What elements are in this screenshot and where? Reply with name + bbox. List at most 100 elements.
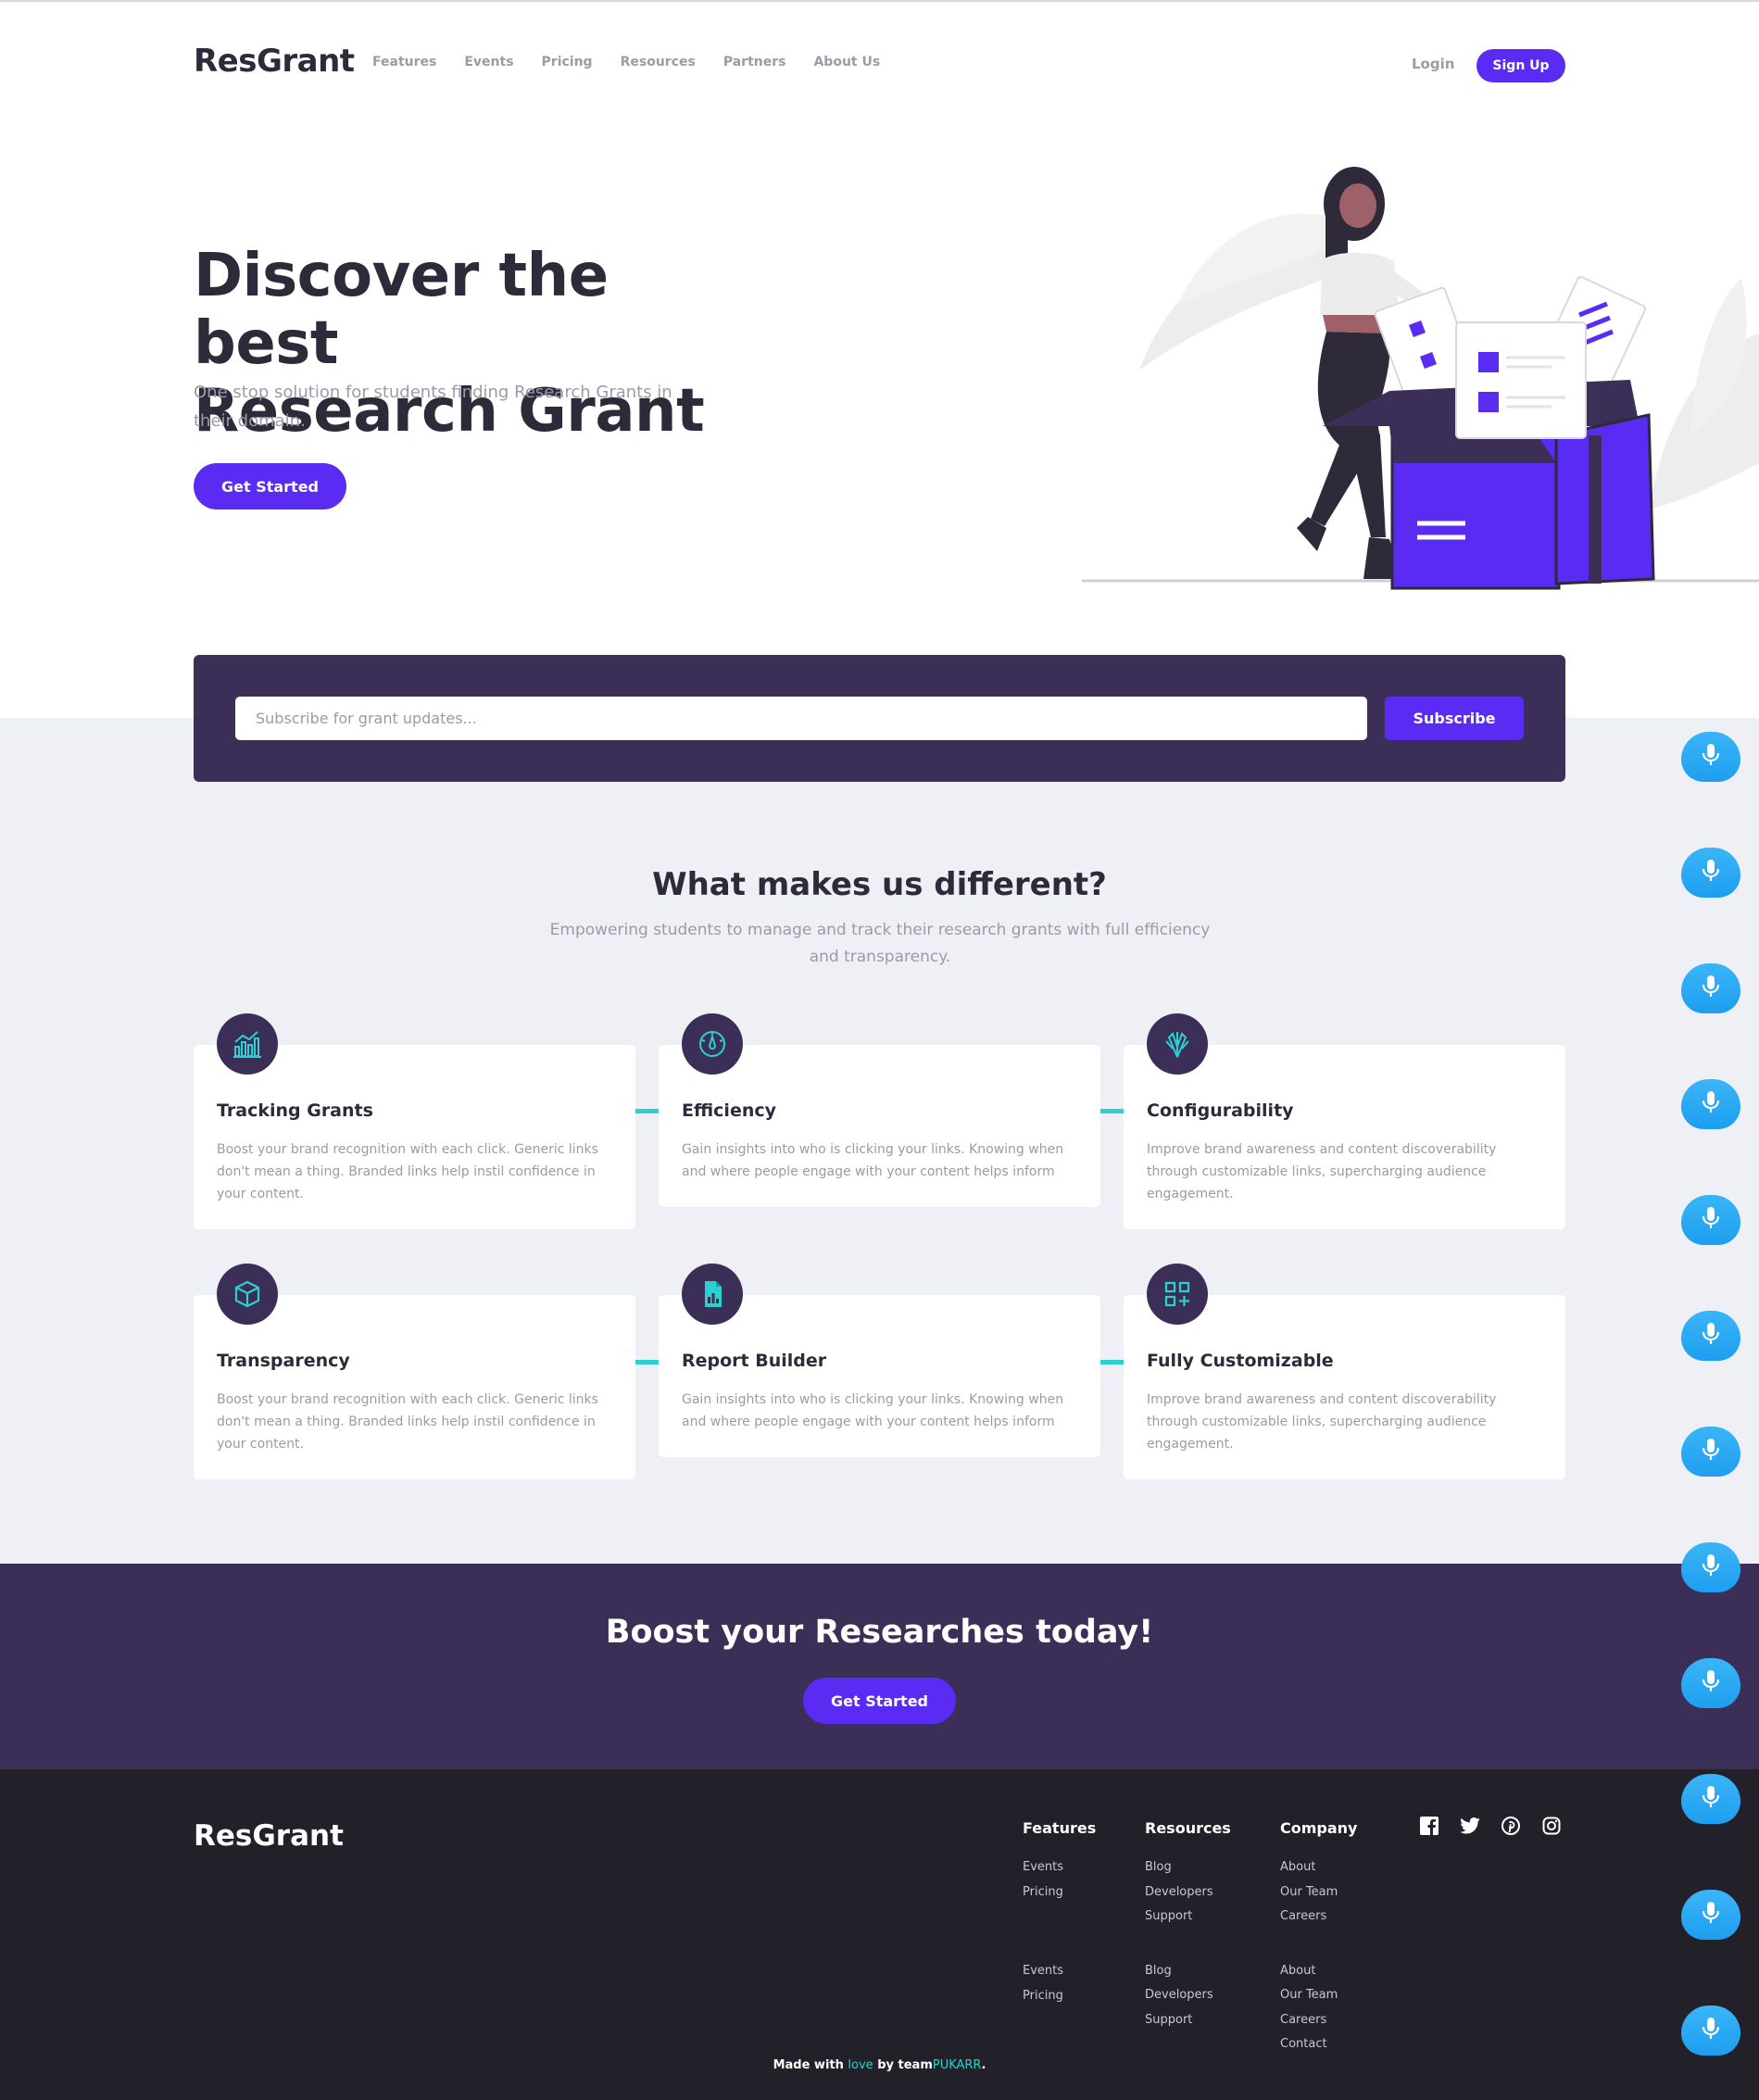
voice-input-button[interactable] [1681,848,1740,898]
microphone-icon [1701,1321,1721,1351]
feature-card-report-builder: Report Builder Gain insights into who is… [659,1264,1100,1457]
feature-card-efficiency: Efficiency Gain insights into who is cli… [659,1013,1100,1207]
features-title: What makes us different? [652,866,1107,903]
cta-banner: Boost your Researches today! Get Started [0,1564,1759,1769]
microphone-icon [1701,742,1721,772]
microphone-icon [1701,1553,1721,1582]
feature-card-text: Boost your brand recognition with each c… [217,1142,598,1201]
feature-card-text: Improve brand awareness and content disc… [1147,1142,1497,1201]
brand-logo[interactable]: ResGrant [194,43,355,80]
footer-link[interactable]: Pricing [1023,1880,1096,1905]
voice-input-button[interactable] [1681,732,1740,782]
footer-link[interactable]: Developers [1145,1880,1231,1905]
top-border [0,0,1759,2]
chart-bars-icon [217,1013,278,1075]
gauge-icon [682,1013,743,1075]
footer-col-title: Features [1023,1819,1097,1837]
footer-link[interactable]: About [1280,1855,1357,1880]
feature-card-title: Report Builder [682,1351,827,1371]
footer-link[interactable]: Events [1023,1959,1096,1984]
subscribe-button[interactable]: Subscribe [1385,697,1524,740]
features-subtitle: Empowering students to manage and track … [549,921,1211,966]
nav-partners[interactable]: Partners [723,55,786,69]
feature-card-title: Efficiency [682,1100,777,1121]
feature-card-text: Gain insights into who is clicking your … [682,1392,1064,1429]
footer-link[interactable]: Careers [1280,2008,1357,2033]
microphone-icon [1701,974,1721,1003]
microphone-icon [1701,2016,1721,2045]
social-links [1419,1816,1562,1836]
card-connector [1100,1360,1124,1364]
card-connector [635,1109,659,1113]
cube-icon [217,1264,278,1325]
hero-title-line1: Discover the best [194,242,609,378]
footer-link[interactable]: Careers [1280,1905,1357,1930]
nav-pricing[interactable]: Pricing [542,55,593,69]
feature-card-text: Improve brand awareness and content disc… [1147,1392,1497,1452]
microphone-icon [1701,1437,1721,1466]
subscribe-panel: Subscribe [194,655,1565,782]
voice-input-button[interactable] [1681,1195,1740,1245]
microphone-icon [1701,1900,1721,1930]
footer-link[interactable]: Blog [1145,1855,1231,1880]
voice-input-button[interactable] [1681,1311,1740,1361]
footer-col-features: Features Events Pricing Events Pricing [1023,1819,1096,2008]
facebook-icon[interactable] [1419,1816,1439,1836]
microphone-icon [1701,1205,1721,1235]
footer: ResGrant Features Events Pricing Events … [0,1769,1759,2100]
voice-input-button[interactable] [1681,963,1740,1013]
nav-resources[interactable]: Resources [621,55,696,69]
voice-input-button[interactable] [1681,1427,1740,1477]
footer-col-company: Company About Our Team Careers About Our… [1280,1819,1357,2057]
footer-link[interactable]: Developers [1145,1983,1231,2008]
footer-link[interactable]: Our Team [1280,1880,1357,1905]
hero-get-started-button[interactable]: Get Started [194,463,346,509]
footer-logo[interactable]: ResGrant [194,1819,344,1853]
grid-add-icon [1147,1264,1208,1325]
voice-input-button[interactable] [1681,1774,1740,1824]
signup-button[interactable]: Sign Up [1476,49,1565,82]
footer-credit: Made with love by teamPUKARR. [0,2058,1759,2072]
footer-link[interactable]: Support [1145,1905,1231,1930]
instagram-icon[interactable] [1541,1816,1562,1836]
card-connector [1100,1109,1124,1113]
footer-link[interactable]: Blog [1145,1959,1231,1984]
feature-card-title: Tracking Grants [217,1100,373,1121]
credit-prefix: Made with [773,2058,844,2072]
microphone-icon [1701,858,1721,887]
pinterest-icon[interactable] [1501,1816,1521,1836]
credit-suffix: . [981,2058,986,2072]
nav-events[interactable]: Events [464,55,513,69]
feature-card-fully-customizable: Fully Customizable Improve brand awarene… [1124,1264,1565,1479]
voice-input-button[interactable] [1681,2006,1740,2056]
subscribe-email-input[interactable] [235,697,1367,740]
credit-team[interactable]: PUKARR [933,2058,982,2072]
microphone-icon [1701,1668,1721,1698]
microphone-icon [1701,1089,1721,1119]
footer-col-title: Resources [1145,1819,1231,1837]
footer-col-resources: Resources Blog Developers Support Blog D… [1145,1819,1231,2032]
voice-input-button[interactable] [1681,1658,1740,1708]
feature-card-title: Fully Customizable [1147,1351,1334,1371]
voice-input-button[interactable] [1681,1542,1740,1592]
footer-col-title: Company [1280,1819,1358,1837]
nav-features[interactable]: Features [372,55,436,69]
voice-input-button[interactable] [1681,1079,1740,1129]
footer-link[interactable]: Support [1145,2008,1231,2033]
nav-about-us[interactable]: About Us [813,55,880,69]
twitter-icon[interactable] [1460,1816,1480,1836]
footer-link[interactable]: Contact [1280,2032,1357,2057]
card-connector [635,1360,659,1364]
feature-card-title: Configurability [1147,1100,1294,1121]
report-file-icon [682,1264,743,1325]
footer-link[interactable]: Pricing [1023,1984,1096,2009]
feature-card-text: Boost your brand recognition with each c… [217,1392,598,1452]
cta-get-started-button[interactable]: Get Started [803,1678,956,1724]
feature-card-tracking-grants: Tracking Grants Boost your brand recogni… [194,1013,635,1229]
footer-link[interactable]: About [1280,1959,1357,1984]
login-link[interactable]: Login [1412,56,1454,72]
voice-input-button[interactable] [1681,1890,1740,1940]
footer-link[interactable]: Events [1023,1855,1096,1880]
footer-link[interactable]: Our Team [1280,1983,1357,2008]
hero-illustration [1082,167,1759,590]
